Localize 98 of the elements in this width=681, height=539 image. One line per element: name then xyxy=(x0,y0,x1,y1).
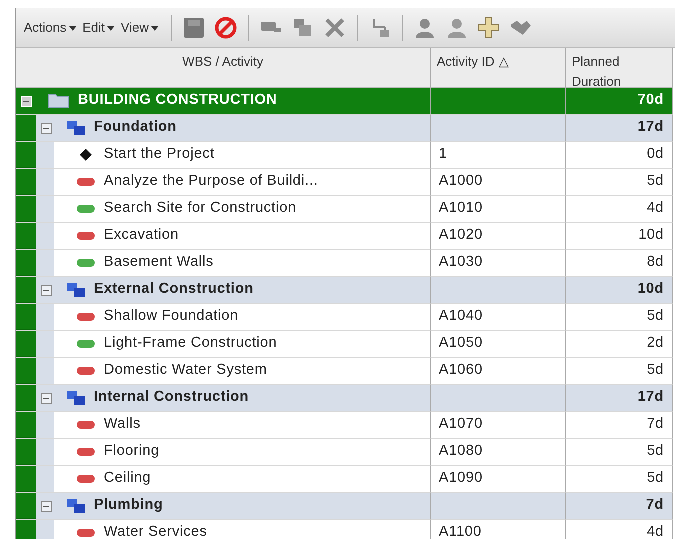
activity-name[interactable]: Water Services xyxy=(104,522,208,539)
wbs-icon xyxy=(66,390,86,406)
indent-band xyxy=(36,331,54,357)
table-cell: 4d xyxy=(566,196,673,223)
table-cell: A1080 xyxy=(431,439,566,466)
table-cell: 8d xyxy=(566,250,673,277)
indent-band xyxy=(16,223,36,249)
project-name[interactable]: BUILDING CONSTRUCTION xyxy=(78,90,278,112)
wbs-icon xyxy=(66,498,86,514)
indent-band xyxy=(16,331,36,357)
activity-name[interactable]: Walls xyxy=(104,414,141,436)
wbs-name[interactable]: Foundation xyxy=(94,117,177,139)
indent-band xyxy=(36,196,54,222)
indent-band xyxy=(16,142,36,168)
table-cell: A1030 xyxy=(431,250,566,277)
task-bar-icon xyxy=(76,310,96,324)
table-cell: 17d xyxy=(566,385,673,412)
table-cell: 7d xyxy=(566,412,673,439)
table-cell: 5d xyxy=(566,304,673,331)
table-cell: A1040 xyxy=(431,304,566,331)
stack-icon[interactable] xyxy=(292,16,314,38)
collapse-toggle[interactable] xyxy=(41,500,52,512)
column-header[interactable]: Planned Duration xyxy=(572,52,666,91)
indent-band xyxy=(16,304,36,330)
task-bar-icon xyxy=(76,229,96,243)
collapse-toggle[interactable] xyxy=(41,122,52,134)
table-cell: 10d xyxy=(566,277,673,304)
table-cell: 5d xyxy=(566,169,673,196)
task-bar-icon xyxy=(76,364,96,378)
menu-button[interactable]: View xyxy=(121,18,165,38)
indent-band xyxy=(16,385,36,411)
table-cell: A1020 xyxy=(431,223,566,250)
wbs-name[interactable]: Plumbing xyxy=(94,495,164,517)
indent-band xyxy=(36,439,54,465)
indent-band xyxy=(36,223,54,249)
activity-name[interactable]: Flooring xyxy=(104,441,160,463)
task-bar-icon xyxy=(76,526,96,539)
table-cell: 7d xyxy=(566,493,673,520)
wbs-name[interactable]: Internal Construction xyxy=(94,387,250,409)
table-cell: A1090 xyxy=(431,466,566,493)
folder-icon xyxy=(48,93,70,109)
activity-name[interactable]: Domestic Water System xyxy=(104,360,268,382)
table-cell: 5d xyxy=(566,358,673,385)
indent-band xyxy=(16,169,36,195)
table-cell: A1010 xyxy=(431,196,566,223)
task-bar-icon xyxy=(76,418,96,432)
activity-name[interactable]: Ceiling xyxy=(104,468,152,490)
activity-name[interactable]: Light-Frame Construction xyxy=(104,333,278,355)
indent-band xyxy=(36,169,54,195)
table-cell: A1070 xyxy=(431,412,566,439)
table-cell: A1000 xyxy=(431,169,566,196)
activity-name[interactable]: Analyze the Purpose of Buildi... xyxy=(104,171,318,193)
table-cell: A1060 xyxy=(431,358,566,385)
delete-icon[interactable] xyxy=(324,16,346,38)
task-bar-icon xyxy=(76,256,96,270)
save-icon[interactable] xyxy=(183,16,205,38)
table-cell: 10d xyxy=(566,223,673,250)
wbs-name[interactable]: External Construction xyxy=(94,279,254,301)
menu-button[interactable]: Actions xyxy=(24,18,83,38)
indent-band xyxy=(16,493,36,519)
task-bar-icon xyxy=(76,337,96,351)
table-cell: 1 xyxy=(431,142,566,169)
prohibited-icon[interactable] xyxy=(215,16,237,38)
cross-icon[interactable] xyxy=(478,16,500,38)
activity-name[interactable]: Shallow Foundation xyxy=(104,306,239,328)
wbs-icon xyxy=(66,120,86,136)
indent-band xyxy=(16,250,36,276)
collapse-toggle[interactable] xyxy=(41,284,52,296)
task-bar-icon xyxy=(76,445,96,459)
menu-button[interactable]: Edit xyxy=(82,18,122,38)
table-cell: 2d xyxy=(566,331,673,358)
activity-name[interactable]: Basement Walls xyxy=(104,252,214,274)
person-icon[interactable] xyxy=(414,16,436,38)
activity-name[interactable]: Search Site for Construction xyxy=(104,198,297,220)
sort-indicator[interactable]: △ xyxy=(498,54,509,69)
collapse-toggle[interactable] xyxy=(41,392,52,404)
table-cell: 0d xyxy=(566,142,673,169)
indent-band xyxy=(16,466,36,492)
indent-band xyxy=(16,412,36,438)
column-header[interactable]: Activity ID xyxy=(437,54,495,69)
table-cell: 70d xyxy=(566,88,673,115)
column-header[interactable]: WBS / Activity xyxy=(22,52,424,72)
table-cell: 5d xyxy=(566,439,673,466)
table-cell: A1050 xyxy=(431,331,566,358)
table-cell: 5d xyxy=(566,466,673,493)
indent-band xyxy=(16,439,36,465)
indent-band xyxy=(16,277,36,303)
task-bar-icon xyxy=(76,175,96,189)
person-icon[interactable] xyxy=(446,16,468,38)
indent-band xyxy=(16,196,36,222)
table-cell: 17d xyxy=(566,115,673,142)
wbs-icon xyxy=(66,282,86,298)
indent-band xyxy=(16,520,36,539)
task-bar-icon xyxy=(76,472,96,486)
activity-name[interactable]: Start the Project xyxy=(104,144,215,166)
task-bar-icon xyxy=(76,202,96,216)
indent-band xyxy=(16,358,36,384)
activity-name[interactable]: Excavation xyxy=(104,225,179,247)
